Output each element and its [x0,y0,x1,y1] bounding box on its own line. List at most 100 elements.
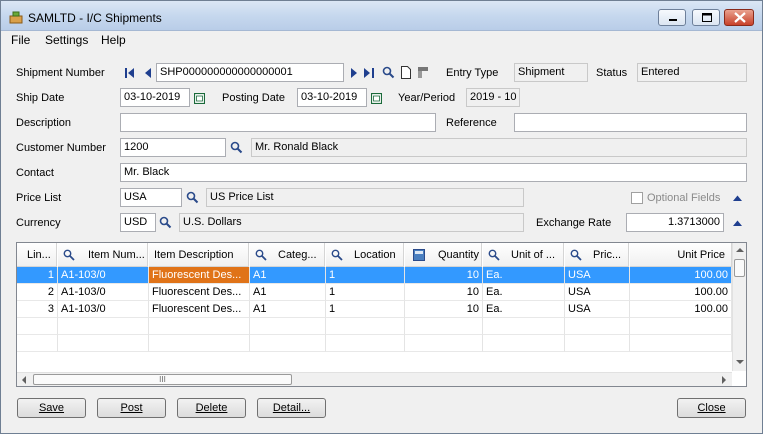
column-header-item-description[interactable]: Item Description [149,243,249,267]
minimize-button[interactable] [658,9,686,26]
scroll-down-icon[interactable] [736,359,744,365]
price-list-cell[interactable]: USA [565,267,630,284]
scroll-right-icon[interactable] [721,376,727,384]
column-header-category[interactable]: Categ... [250,243,325,267]
post-button[interactable]: Post [97,398,166,418]
calendar-icon[interactable] [371,93,382,104]
contact-input[interactable]: Mr. Black [120,163,747,182]
status-label: Status [596,67,628,79]
detail-button[interactable]: Detail... [257,398,326,418]
column-header-unit-of-measure[interactable]: Unit of ... [483,243,564,267]
last-record-icon[interactable] [363,67,377,79]
save-button[interactable]: Save [17,398,86,418]
shipment-number-input[interactable]: SHP000000000000000001 [156,63,344,82]
detail-grid[interactable]: Lin... Item Num... Item Description Cate… [16,242,747,387]
location-cell[interactable]: 1 [326,301,405,318]
price-list-label: Price List [16,192,62,204]
calendar-icon[interactable] [194,93,205,104]
finder-icon [63,249,75,261]
vertical-scroll-thumb[interactable] [734,259,745,277]
quantity-cell[interactable]: 10 [405,267,483,284]
finder-icon[interactable] [230,141,243,154]
vertical-scrollbar[interactable] [732,243,746,371]
quantity-cell[interactable]: 10 [405,284,483,301]
location-cell[interactable]: 1 [326,284,405,301]
menu-settings[interactable]: Settings [45,33,88,47]
column-header-quantity[interactable]: Quantity [405,243,482,267]
finder-icon[interactable] [159,216,172,229]
column-header-line[interactable]: Lin... [17,243,57,267]
horizontal-scroll-thumb[interactable]: III [33,374,292,385]
close-button[interactable]: Close [677,398,746,418]
optional-fields-checkbox[interactable] [631,192,643,204]
unit-of-measure-cell[interactable]: Ea. [483,267,565,284]
close-window-button[interactable] [724,9,754,26]
price-list-cell[interactable]: USA [565,301,630,318]
reference-label: Reference [446,117,497,129]
expand-up-icon[interactable] [732,219,743,227]
app-icon [9,11,23,24]
price-list-cell[interactable]: USA [565,284,630,301]
horizontal-scrollbar[interactable]: III [17,372,732,386]
exchange-rate-label: Exchange Rate [536,217,612,229]
currency-label: Currency [16,217,61,229]
category-cell[interactable]: A1 [250,284,326,301]
scroll-left-icon[interactable] [21,376,27,384]
new-document-icon[interactable] [400,66,412,79]
item-description-cell[interactable]: Fluorescent Des... [149,301,250,318]
minimize-icon [669,19,677,21]
exchange-rate-input[interactable]: 1.3713000 [626,213,724,232]
menu-help[interactable]: Help [101,33,126,47]
window-title: SAMLTD - I/C Shipments [28,11,162,25]
unit-of-measure-cell[interactable]: Ea. [483,284,565,301]
expand-up-icon[interactable] [732,194,743,202]
item-description-cell[interactable]: Fluorescent Des... [149,284,250,301]
price-list-desc-field: US Price List [206,188,524,207]
column-header-unit-price[interactable]: Unit Price [630,243,732,267]
description-input[interactable] [120,113,436,132]
column-header-location[interactable]: Location [326,243,404,267]
shipment-number-label: Shipment Number [16,67,105,79]
settings-icon[interactable] [417,66,429,79]
menu-bar: File Settings Help [1,31,762,50]
category-cell[interactable]: A1 [250,301,326,318]
reference-input[interactable] [514,113,747,132]
unit-of-measure-cell[interactable]: Ea. [483,301,565,318]
price-list-input[interactable]: USA [120,188,182,207]
close-icon [734,12,746,23]
unit-price-cell[interactable]: 100.00 [630,284,732,301]
menu-file[interactable]: File [11,33,30,47]
column-header-price-list[interactable]: Pric... [565,243,629,267]
item-number-cell[interactable]: A1-103/0 [58,301,149,318]
next-icon[interactable] [349,67,359,79]
delete-button[interactable]: Delete [177,398,246,418]
contact-label: Contact [16,167,54,179]
location-cell[interactable]: 1 [326,267,405,284]
customer-name-field: Mr. Ronald Black [251,138,747,157]
currency-input[interactable]: USD [120,213,156,232]
scroll-up-icon[interactable] [736,247,744,253]
ship-date-input[interactable]: 03-10-2019 [120,88,190,107]
posting-date-input[interactable]: 03-10-2019 [297,88,367,107]
finder-icon [488,249,500,261]
description-label: Description [16,117,72,129]
entry-type-field: Shipment [514,63,588,82]
year-period-field: 2019 - 10 [466,88,520,107]
finder-icon[interactable] [382,66,395,79]
quantity-cell[interactable]: 10 [405,301,483,318]
category-cell[interactable]: A1 [250,267,326,284]
item-number-cell[interactable]: A1-103/0 [58,267,149,284]
optional-fields-label: Optional Fields [647,192,721,204]
column-header-item-number[interactable]: Item Num... [58,243,148,267]
item-number-cell[interactable]: A1-103/0 [58,284,149,301]
finder-icon[interactable] [186,191,199,204]
item-description-cell[interactable]: Fluorescent Des... [149,267,250,284]
previous-icon[interactable] [143,67,153,79]
entry-type-label: Entry Type [446,67,499,79]
customer-number-input[interactable]: 1200 [120,138,226,157]
unit-price-cell[interactable]: 100.00 [630,267,732,284]
calculator-icon [413,249,425,261]
maximize-button[interactable] [692,9,720,26]
window: SAMLTD - I/C Shipments File Settings Hel… [0,0,763,434]
unit-price-cell[interactable]: 100.00 [630,301,732,318]
